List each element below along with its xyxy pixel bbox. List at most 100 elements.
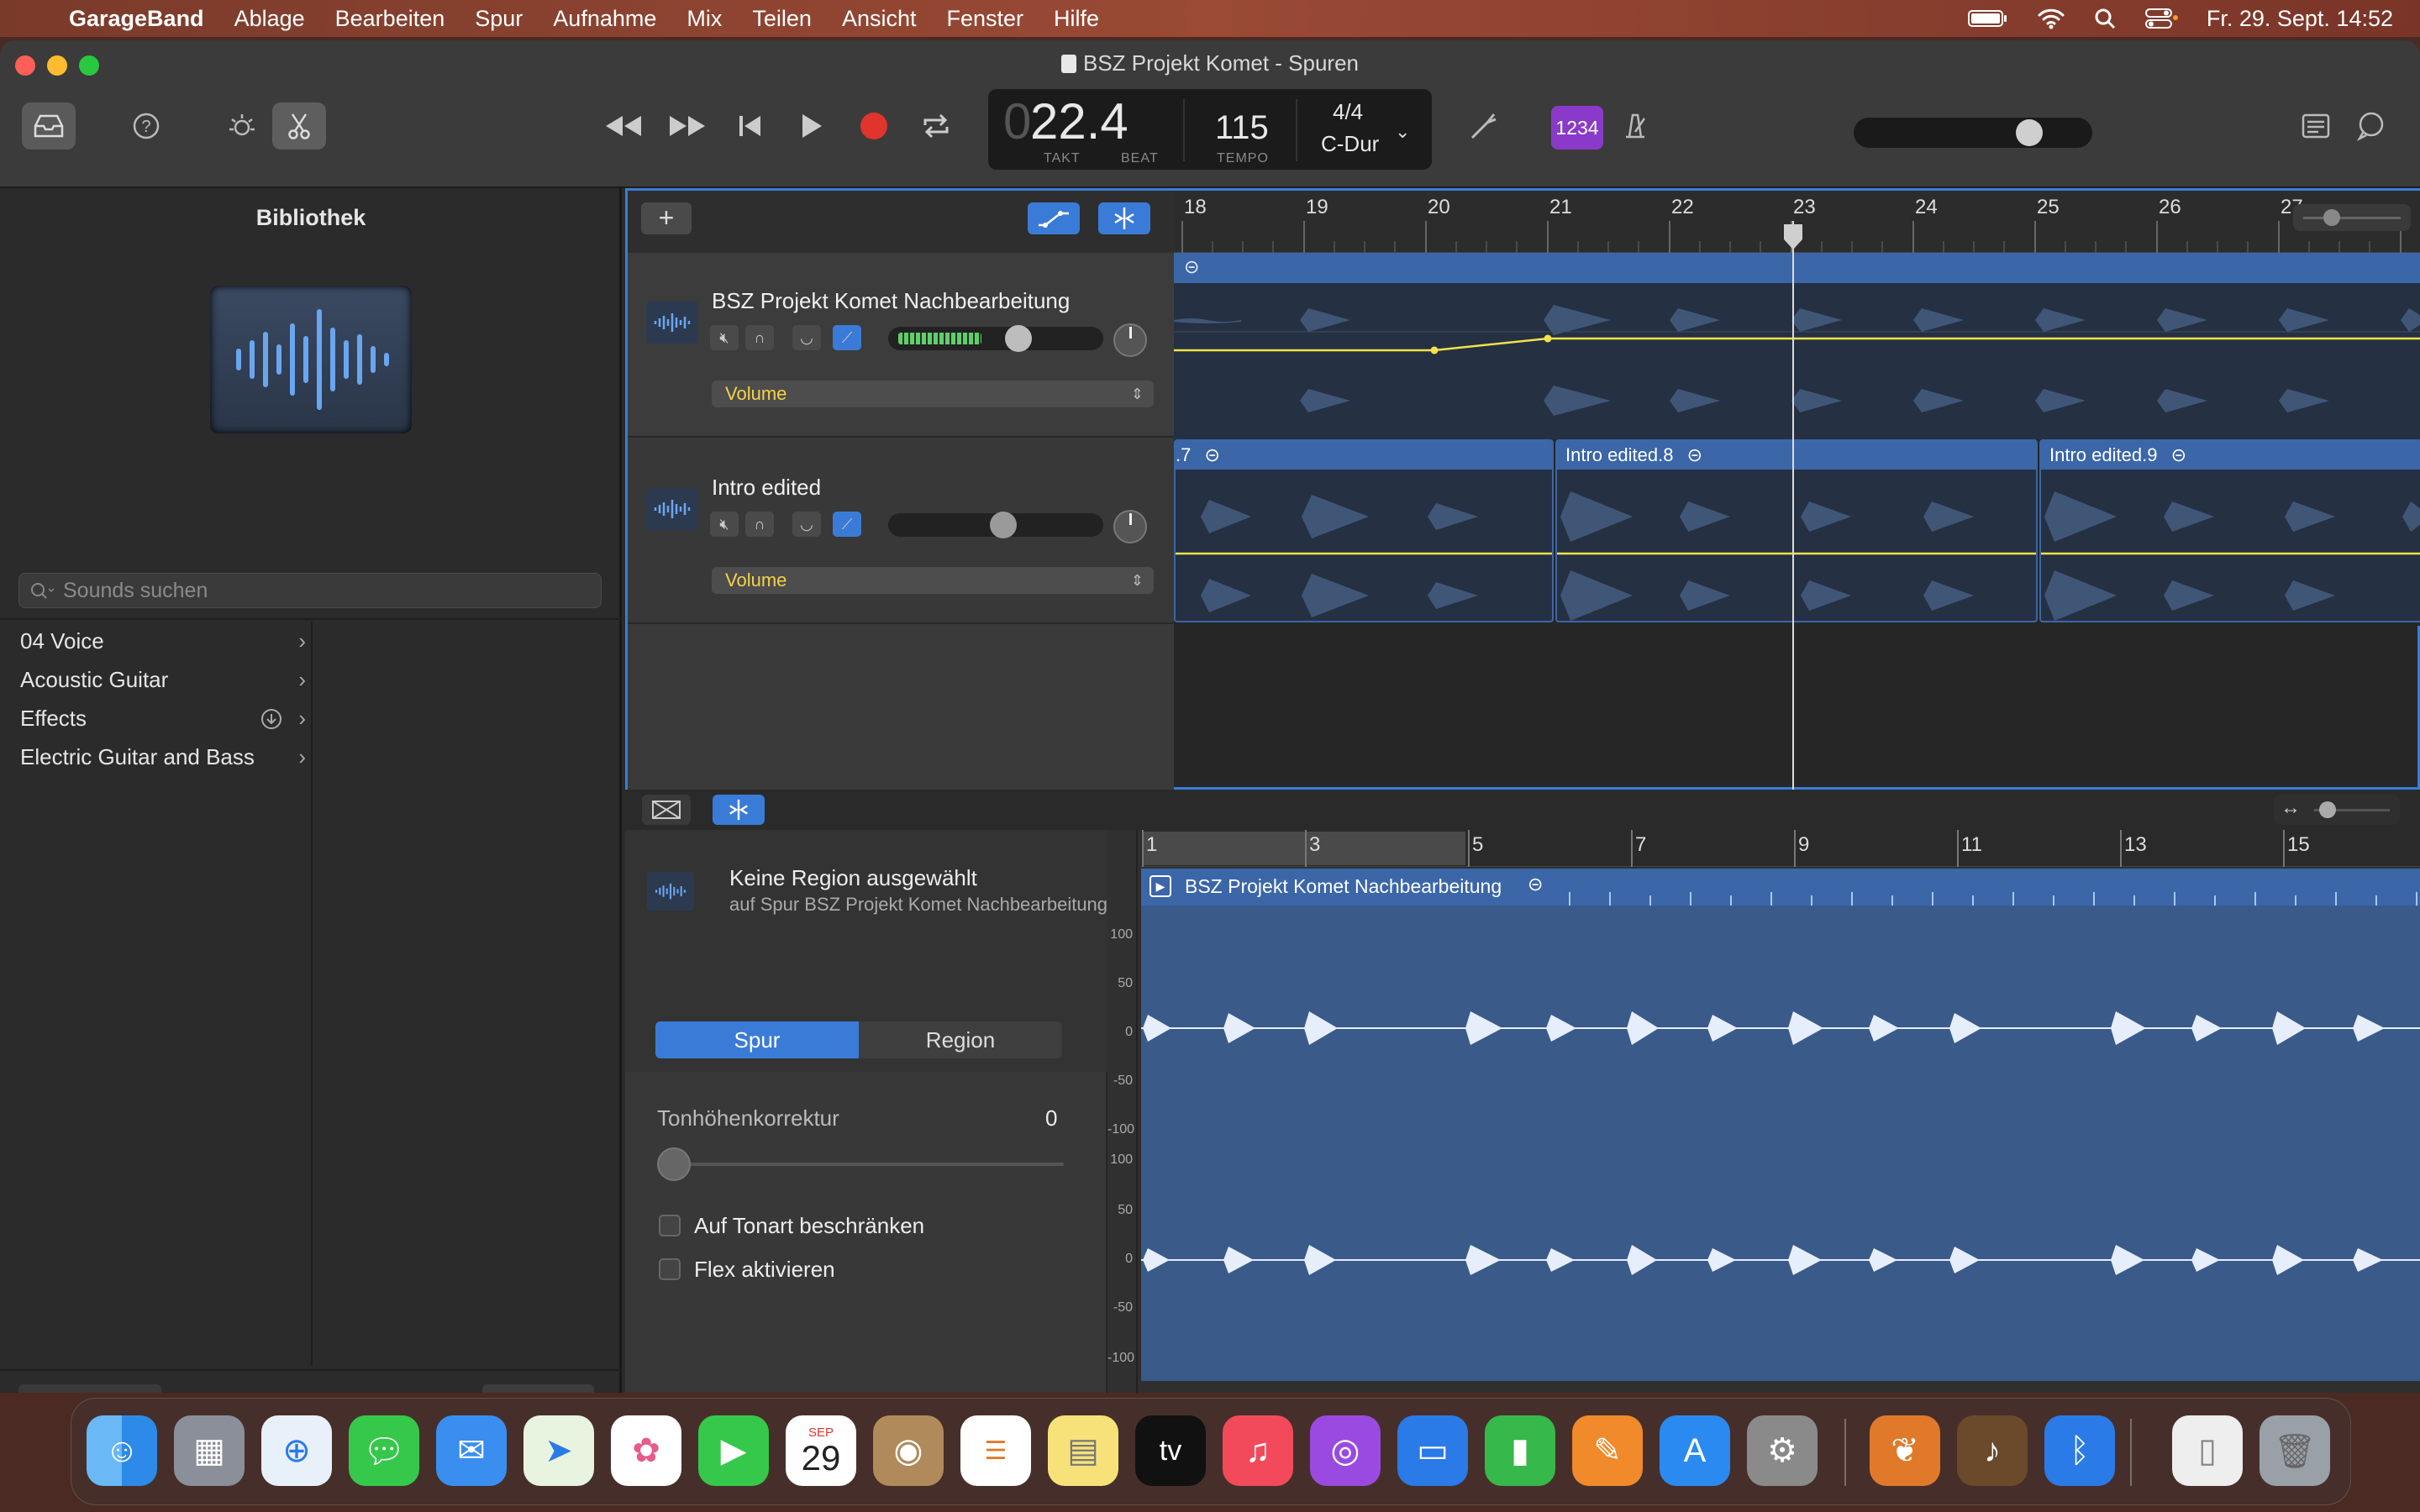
- dock-numbers-icon[interactable]: ▮: [1485, 1415, 1555, 1486]
- go-to-beginning-button[interactable]: [723, 102, 776, 150]
- dock-photos-icon[interactable]: ✿: [611, 1415, 681, 1486]
- track-name[interactable]: Intro edited: [712, 475, 821, 501]
- dock-notes-icon[interactable]: ▤: [1048, 1415, 1118, 1486]
- track-volume-knob[interactable]: [990, 512, 1017, 538]
- dock-podcasts-icon[interactable]: ◎: [1310, 1415, 1381, 1486]
- dock-safari-icon[interactable]: ⊕: [261, 1415, 332, 1486]
- automation-parameter-select[interactable]: Volume ⇕: [712, 567, 1154, 594]
- library-button[interactable]: [22, 102, 76, 150]
- dock-messages-icon[interactable]: 💬︎: [349, 1415, 419, 1486]
- lcd-mode-chevron-icon[interactable]: ⌄: [1395, 121, 1425, 142]
- count-in-button[interactable]: 1234: [1551, 106, 1603, 150]
- cycle-button[interactable]: [909, 102, 963, 150]
- audio-region[interactable]: .7 ⊝: [1174, 439, 1554, 622]
- zoom-knob[interactable]: [2319, 801, 2336, 818]
- dock-reminders-icon[interactable]: ☰: [960, 1415, 1031, 1486]
- editors-button[interactable]: [272, 102, 326, 150]
- pan-knob[interactable]: [1113, 323, 1147, 357]
- solo-button[interactable]: ∩: [745, 512, 774, 537]
- dock-contacts-icon[interactable]: ◉: [873, 1415, 944, 1486]
- save-button[interactable]: Sichern ...: [482, 1384, 594, 1393]
- audio-region[interactable]: Intro edited.8 ⊝: [1555, 439, 2038, 622]
- dock-app-store-icon[interactable]: A: [1660, 1415, 1730, 1486]
- input-monitor-button[interactable]: ◡: [792, 512, 821, 537]
- editor-zoom-slider[interactable]: ↔: [2274, 795, 2400, 825]
- playhead[interactable]: [1792, 221, 1794, 792]
- smart-controls-button[interactable]: [215, 102, 269, 150]
- dock-bluetooth-icon[interactable]: ᛒ: [2044, 1415, 2115, 1486]
- editor-flex-button[interactable]: [713, 795, 765, 825]
- menu-ansicht[interactable]: Ansicht: [842, 6, 917, 32]
- dock-fl-studio-icon[interactable]: ❦: [1870, 1415, 1940, 1486]
- rewind-button[interactable]: [597, 102, 650, 150]
- menu-hilfe[interactable]: Hilfe: [1054, 6, 1099, 32]
- dock-music-icon[interactable]: ♫: [1223, 1415, 1293, 1486]
- audio-region[interactable]: Intro edited.9 ⊝: [2039, 439, 2420, 622]
- dock-pages-icon[interactable]: ✎: [1572, 1415, 1643, 1486]
- track-automation-button[interactable]: ⟋: [833, 325, 861, 350]
- dock-document-icon[interactable]: ▯: [2172, 1415, 2243, 1486]
- master-volume-knob[interactable]: [2016, 119, 2043, 146]
- dock-launchpad-icon[interactable]: ▦: [174, 1415, 245, 1486]
- mute-button[interactable]: 🔇︎: [710, 512, 739, 537]
- delete-button[interactable]: Löschen: [356, 1384, 453, 1393]
- dock-system-settings-icon[interactable]: ⚙: [1747, 1415, 1818, 1486]
- dock-facetime-icon[interactable]: ▶: [698, 1415, 769, 1486]
- track-header[interactable]: BSZ Projekt Komet Nachbearbeitung 🔇︎ ∩ ◡…: [628, 253, 1174, 438]
- tuner-button[interactable]: [1457, 102, 1511, 150]
- notepad-button[interactable]: [2289, 102, 2343, 150]
- show-automation-button[interactable]: [1028, 202, 1080, 234]
- input-monitor-button[interactable]: ◡: [792, 325, 821, 350]
- menu-ablage[interactable]: Ablage: [234, 6, 305, 32]
- editor-region-header[interactable]: ▶ BSZ Projekt Komet Nachbearbeitung ⊝: [1141, 869, 2420, 906]
- wifi-icon[interactable]: [2037, 8, 2065, 29]
- spotlight-search-icon[interactable]: [2094, 8, 2116, 29]
- track-volume-knob[interactable]: [1005, 325, 1032, 352]
- metronome-button[interactable]: [1608, 102, 1662, 150]
- audio-region-header[interactable]: ⊝: [1174, 253, 2420, 283]
- menubar-clock[interactable]: Fr. 29. Sept. 14:52: [2207, 6, 2393, 32]
- dock-garageband-icon[interactable]: ♪: [1957, 1415, 2028, 1486]
- menu-bearbeiten[interactable]: Bearbeiten: [335, 6, 445, 32]
- track-header[interactable]: Intro edited 🔇︎ ∩ ◡ ⟋ Volume ⇕: [628, 439, 1174, 624]
- library-category-acoustic-guitar[interactable]: Acoustic Guitar ›: [20, 660, 306, 699]
- editor-ruler[interactable]: 1 3 5 7 9 11 13 15: [1141, 830, 2420, 867]
- zoom-slider-knob[interactable]: [2323, 209, 2340, 226]
- download-icon[interactable]: [260, 708, 282, 730]
- control-center-icon[interactable]: [2144, 8, 2178, 29]
- pitch-correction-slider[interactable]: [657, 1163, 1064, 1166]
- add-track-button[interactable]: +: [641, 202, 692, 234]
- lcd-display[interactable]: 0 22.4 TAKT BEAT 115 TEMPO 4/4 C-Dur: [988, 89, 1432, 170]
- dock-maps-icon[interactable]: ➤: [523, 1415, 594, 1486]
- record-button[interactable]: [847, 102, 901, 150]
- track-volume-slider[interactable]: [888, 325, 1103, 352]
- zoom-slider[interactable]: [2293, 204, 2411, 231]
- track-name[interactable]: BSZ Projekt Komet Nachbearbeitung: [712, 288, 1070, 314]
- dock-calendar-icon[interactable]: SEP 29: [786, 1415, 856, 1486]
- solo-button[interactable]: ∩: [745, 325, 774, 350]
- tab-spur[interactable]: Spur: [655, 1021, 859, 1058]
- fast-forward-button[interactable]: [660, 102, 714, 150]
- help-button[interactable]: ?: [119, 102, 173, 150]
- dock-mail-icon[interactable]: ✉: [436, 1415, 507, 1486]
- reset-button[interactable]: Zurücksetzen: [18, 1384, 162, 1393]
- dock-trash-icon[interactable]: 🗑︎: [2260, 1415, 2330, 1486]
- menu-aufnahme[interactable]: Aufnahme: [553, 6, 656, 32]
- automation-parameter-select[interactable]: Volume ⇕: [712, 381, 1154, 407]
- library-category-electric-guitar-and-bass[interactable]: Electric Guitar and Bass ›: [20, 738, 306, 776]
- menu-mix[interactable]: Mix: [687, 6, 722, 32]
- play-button[interactable]: [785, 102, 839, 150]
- editor-catch-button[interactable]: [642, 795, 691, 825]
- menu-fenster[interactable]: Fenster: [946, 6, 1023, 32]
- library-category-04-voice[interactable]: 04 Voice ›: [20, 622, 306, 660]
- battery-icon[interactable]: [1967, 9, 2008, 28]
- mute-button[interactable]: 🔇︎: [710, 325, 739, 350]
- enable-flex-checkbox[interactable]: [659, 1258, 681, 1280]
- track-automation-button[interactable]: ⟋: [833, 512, 861, 537]
- dock-finder-icon[interactable]: ☺: [87, 1415, 157, 1486]
- pan-knob[interactable]: [1113, 510, 1147, 543]
- flex-button[interactable]: [1098, 202, 1150, 234]
- master-volume-slider[interactable]: [1854, 118, 2092, 148]
- dock-tv-icon[interactable]: tv: [1135, 1415, 1206, 1486]
- menu-teilen[interactable]: Teilen: [752, 6, 812, 32]
